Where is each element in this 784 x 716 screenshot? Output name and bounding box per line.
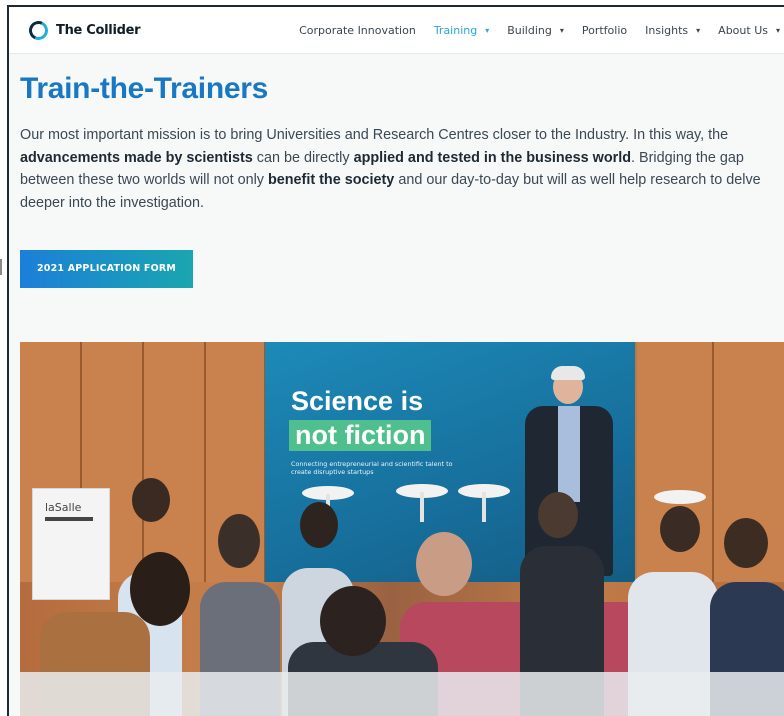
audience-member bbox=[132, 478, 170, 522]
browser-viewport: The Collider Corporate Innovation Trainin… bbox=[7, 5, 784, 716]
intro-text: can be directly bbox=[252, 149, 354, 166]
intro-highlight: benefit the society bbox=[267, 172, 395, 188]
speaker-hair bbox=[551, 366, 585, 380]
audience-member bbox=[660, 506, 700, 552]
intro-paragraph: Our most important mission is to bring U… bbox=[20, 124, 764, 214]
audience-member bbox=[724, 518, 768, 568]
banner-headline: Science is bbox=[291, 386, 424, 416]
audience-member bbox=[320, 586, 386, 656]
chevron-down-icon: ▾ bbox=[559, 25, 564, 35]
nav-item-label: Building bbox=[507, 23, 552, 37]
lasalle-sign-bar bbox=[45, 517, 93, 521]
stool bbox=[654, 490, 706, 504]
application-form-button[interactable]: 2021 APPLICATION FORM bbox=[20, 250, 193, 288]
audience-member bbox=[300, 502, 338, 548]
brand-logo[interactable]: The Collider bbox=[26, 17, 141, 43]
main-nav: Corporate Innovation Training ▾ Building ▾ Po… bbox=[281, 7, 780, 53]
nav-item-about-us[interactable]: About Us ▾ bbox=[718, 24, 780, 37]
audience-member bbox=[416, 532, 472, 596]
banner-subtitle: Connecting entrepreneurial and scientifi… bbox=[291, 460, 453, 476]
nav-item-training[interactable]: Training ▾ bbox=[434, 24, 489, 37]
nav-item-building[interactable]: Building ▾ bbox=[507, 24, 564, 37]
table bbox=[20, 672, 784, 716]
speaker-shirt bbox=[558, 406, 580, 502]
audience-member bbox=[218, 514, 260, 568]
nav-item-label: Insights bbox=[645, 23, 689, 37]
nav-item-label: Portfolio bbox=[581, 23, 628, 37]
brand-name: The Collider bbox=[56, 22, 141, 38]
main-content: Train-the-Trainers Our most important mi… bbox=[9, 72, 784, 288]
banner-headline-highlight: not fiction bbox=[289, 420, 432, 451]
chevron-down-icon: ▾ bbox=[696, 25, 701, 35]
stool-leg bbox=[482, 492, 486, 522]
audience-member bbox=[130, 552, 190, 626]
hero-photo: Science is not fiction Connecting entrep… bbox=[20, 342, 784, 716]
lasalle-sign-text: laSalle bbox=[45, 501, 82, 514]
nav-item-insights[interactable]: Insights ▾ bbox=[645, 24, 700, 37]
audience-member bbox=[538, 492, 578, 538]
nav-item-label: About Us bbox=[718, 23, 768, 37]
chevron-down-icon: ▾ bbox=[775, 25, 780, 35]
nav-item-corporate-innovation[interactable]: Corporate Innovation bbox=[299, 24, 416, 37]
page-title: Train-the-Trainers bbox=[20, 72, 269, 105]
chevron-down-icon: ▾ bbox=[485, 25, 490, 35]
collider-ring-icon bbox=[26, 17, 51, 43]
nav-item-label: Corporate Innovation bbox=[299, 23, 416, 37]
intro-highlight: applied and tested in the business world bbox=[353, 149, 632, 166]
page-edge-marker bbox=[0, 259, 5, 275]
top-navbar: The Collider Corporate Innovation Trainin… bbox=[9, 7, 784, 54]
intro-highlight: advancements made by scientists bbox=[20, 149, 253, 166]
nav-item-portfolio[interactable]: Portfolio bbox=[582, 24, 627, 37]
intro-text: Our most important mission is to bring U… bbox=[20, 127, 729, 143]
stool-leg bbox=[420, 492, 424, 522]
nav-item-label: Training bbox=[433, 23, 478, 37]
